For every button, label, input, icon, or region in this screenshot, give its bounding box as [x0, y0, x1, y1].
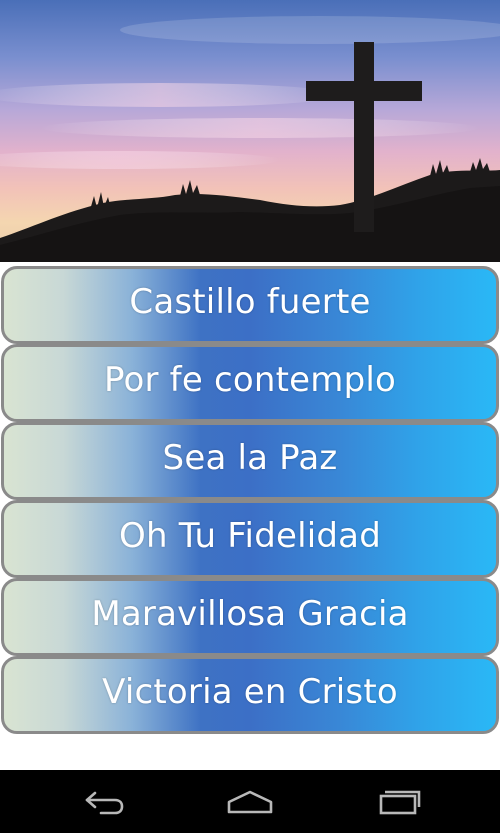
home-button[interactable]: [220, 782, 280, 822]
song-button-maravillosa-gracia[interactable]: Maravillosa Gracia: [1, 578, 499, 656]
song-button-oh-tu-fidelidad[interactable]: Oh Tu Fidelidad: [1, 500, 499, 578]
song-button-victoria-en-cristo[interactable]: Victoria en Cristo: [1, 656, 499, 734]
song-label: Oh Tu Fidelidad: [118, 516, 381, 556]
song-button-por-fe-contemplo[interactable]: Por fe contemplo: [1, 344, 499, 422]
song-button-sea-la-paz[interactable]: Sea la Paz: [1, 422, 499, 500]
song-label: Castillo fuerte: [129, 282, 371, 322]
cross-sunset-image: [0, 0, 500, 262]
back-button[interactable]: [74, 782, 134, 822]
header-image: [0, 0, 500, 262]
app-screen: Castillo fuerte Por fe contemplo Sea la …: [0, 0, 500, 833]
song-button-castillo-fuerte[interactable]: Castillo fuerte: [1, 266, 499, 344]
recent-apps-icon: [379, 790, 421, 815]
home-icon: [227, 790, 273, 814]
song-label: Sea la Paz: [162, 438, 338, 478]
back-icon: [85, 791, 124, 815]
song-label: Victoria en Cristo: [102, 672, 398, 712]
recent-apps-button[interactable]: [367, 782, 427, 822]
song-label: Por fe contemplo: [103, 360, 397, 400]
system-navigation-bar: [0, 770, 500, 833]
song-label: Maravillosa Gracia: [91, 594, 409, 634]
